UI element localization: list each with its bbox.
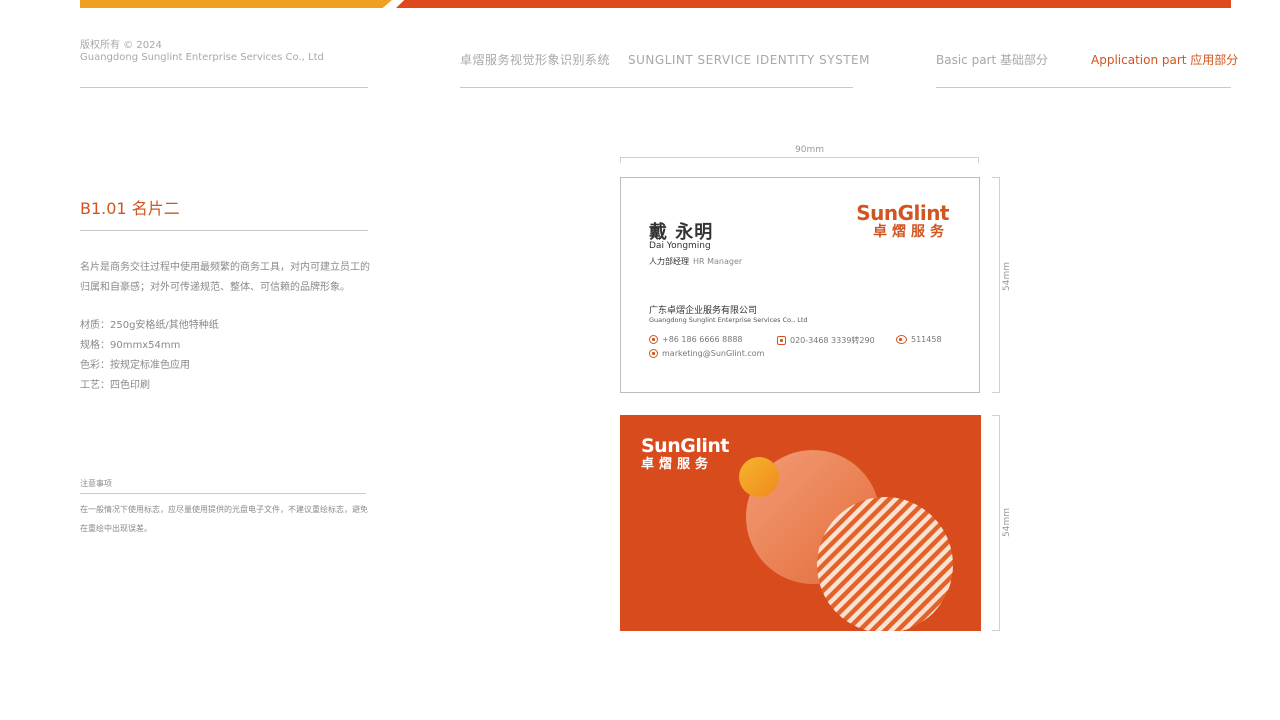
card-job-title-en: HR Manager — [693, 257, 743, 266]
header-divider-right — [936, 87, 1231, 88]
card-job-title: 人力部经理 HR Manager — [649, 256, 742, 267]
nav-basic-part[interactable]: Basic part 基础部分 — [936, 51, 1048, 68]
card-postcode-value: 511458 — [911, 335, 942, 344]
card-company-cn: 广东卓熠企业服务有限公司 — [649, 306, 758, 316]
card-mobile: +86 186 6666 8888 — [649, 335, 743, 344]
small-yellow-circle — [739, 457, 779, 497]
card-job-title-cn: 人力部经理 — [649, 257, 689, 266]
header-divider-middle — [460, 87, 853, 88]
header-divider-left — [80, 87, 368, 88]
logo-back-text-en: SunGlint — [641, 435, 729, 457]
width-dimension-line — [620, 157, 979, 163]
spec-material: 材质：250g安格纸/其他特种纸 — [80, 320, 219, 331]
note-text: 在一般情况下使用标志，应尽量使用提供的光盘电子文件，不建议重绘标志，避免在重绘中… — [80, 505, 368, 533]
note-divider — [80, 493, 366, 494]
sunglint-logo-back: SunGlint 卓熠服务 — [641, 436, 729, 473]
system-title-cn: 卓熠服务视觉形象识别系统 — [460, 53, 611, 67]
top-bar-orange-segment — [396, 0, 1231, 8]
sunglint-logo-front: SunGlint 卓熠服务 — [856, 202, 949, 240]
card-email-value: marketing@SunGlint.com — [662, 349, 765, 358]
section-divider — [80, 230, 368, 231]
business-card-back: SunGlint 卓熠服务 — [620, 415, 981, 631]
card-phone: 020-3468 3339转290 — [777, 335, 875, 346]
section-description: 名片是商务交往过程中使用最频繁的商务工具，对内可建立员工的归属和自豪感；对外可传… — [80, 262, 370, 293]
card-email: marketing@SunGlint.com — [649, 349, 764, 358]
spec-process: 工艺：四色印刷 — [80, 380, 150, 391]
card-person-name-en: Dai Yongming — [649, 241, 711, 251]
spec-color: 色彩：按规定标准色应用 — [80, 360, 190, 371]
back-height-dimension-label: 54mm — [1002, 508, 1012, 537]
phone-icon — [777, 336, 786, 345]
logo-back-text-cn: 卓熠服务 — [641, 457, 714, 472]
front-height-dimension-line — [992, 177, 1000, 393]
postcode-icon — [896, 335, 907, 344]
spec-list: 材质：250g安格纸/其他特种纸 规格：90mmx54mm 色彩：按规定标准色应… — [80, 316, 219, 396]
spec-size: 规格：90mmx54mm — [80, 340, 181, 351]
front-height-dimension-label: 54mm — [1002, 262, 1012, 291]
top-accent-bar — [80, 0, 1231, 8]
section-title: B1.01 名片二 — [80, 199, 180, 218]
card-phone-value: 020-3468 3339转290 — [790, 336, 875, 345]
business-card-front: 戴 永明 Dai Yongming 人力部经理 HR Manager SunGli… — [620, 177, 980, 393]
email-icon — [649, 349, 658, 358]
copyright-text: 版权所有 © 2024 — [80, 40, 162, 51]
card-company-en: Guangdong Sunglint Enterprise Services C… — [649, 316, 808, 324]
header-system-title: 卓熠服务视觉形象识别系统 SUNGLINT SERVICE IDENTITY SY… — [460, 51, 870, 68]
logo-text-en: SunGlint — [856, 201, 949, 225]
nav-application-part[interactable]: Application part 应用部分 — [1091, 51, 1238, 68]
company-name-en: Guangdong Sunglint Enterprise Services C… — [80, 52, 324, 63]
logo-text-cn: 卓熠服务 — [873, 224, 949, 240]
mobile-icon — [649, 335, 658, 344]
top-bar-yellow-segment — [80, 0, 392, 8]
note-title: 注意事项 — [80, 479, 112, 488]
system-title-en: SUNGLINT SERVICE IDENTITY SYSTEM — [628, 53, 870, 67]
back-height-dimension-line — [992, 415, 1000, 631]
card-postcode: 511458 — [896, 335, 942, 344]
header-copyright-block: 版权所有 © 2024 Guangdong Sunglint Enterpris… — [80, 40, 324, 64]
card-mobile-value: +86 186 6666 8888 — [662, 335, 743, 344]
width-dimension-label: 90mm — [795, 145, 824, 155]
